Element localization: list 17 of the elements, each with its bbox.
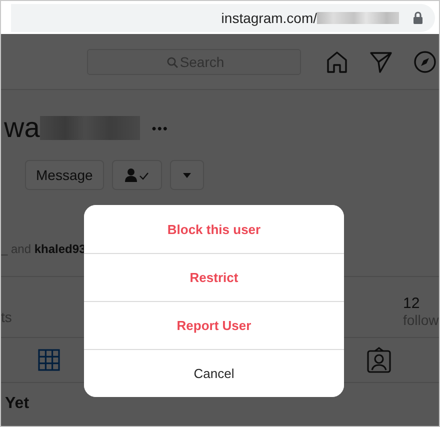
dropdown-button[interactable] [170, 160, 204, 190]
more-options[interactable]: ••• [152, 120, 168, 136]
menu-item[interactable]: Cancel [84, 349, 344, 397]
username: wa [3, 112, 40, 144]
search-icon [167, 56, 178, 68]
following-button[interactable] [112, 160, 162, 190]
caret-icon [182, 172, 191, 178]
lock-icon[interactable] [413, 11, 423, 24]
paper-plane-icon[interactable] [370, 50, 392, 72]
compass-icon[interactable] [414, 50, 436, 72]
grid-icon[interactable] [38, 349, 60, 371]
stat-value: 12 [403, 295, 420, 312]
home-icon[interactable] [326, 50, 348, 72]
empty-state-title: Yet [4, 394, 30, 413]
person-tag-icon[interactable] [367, 347, 391, 373]
person-check-icon [124, 168, 149, 182]
message-button[interactable]: Message [25, 160, 104, 190]
